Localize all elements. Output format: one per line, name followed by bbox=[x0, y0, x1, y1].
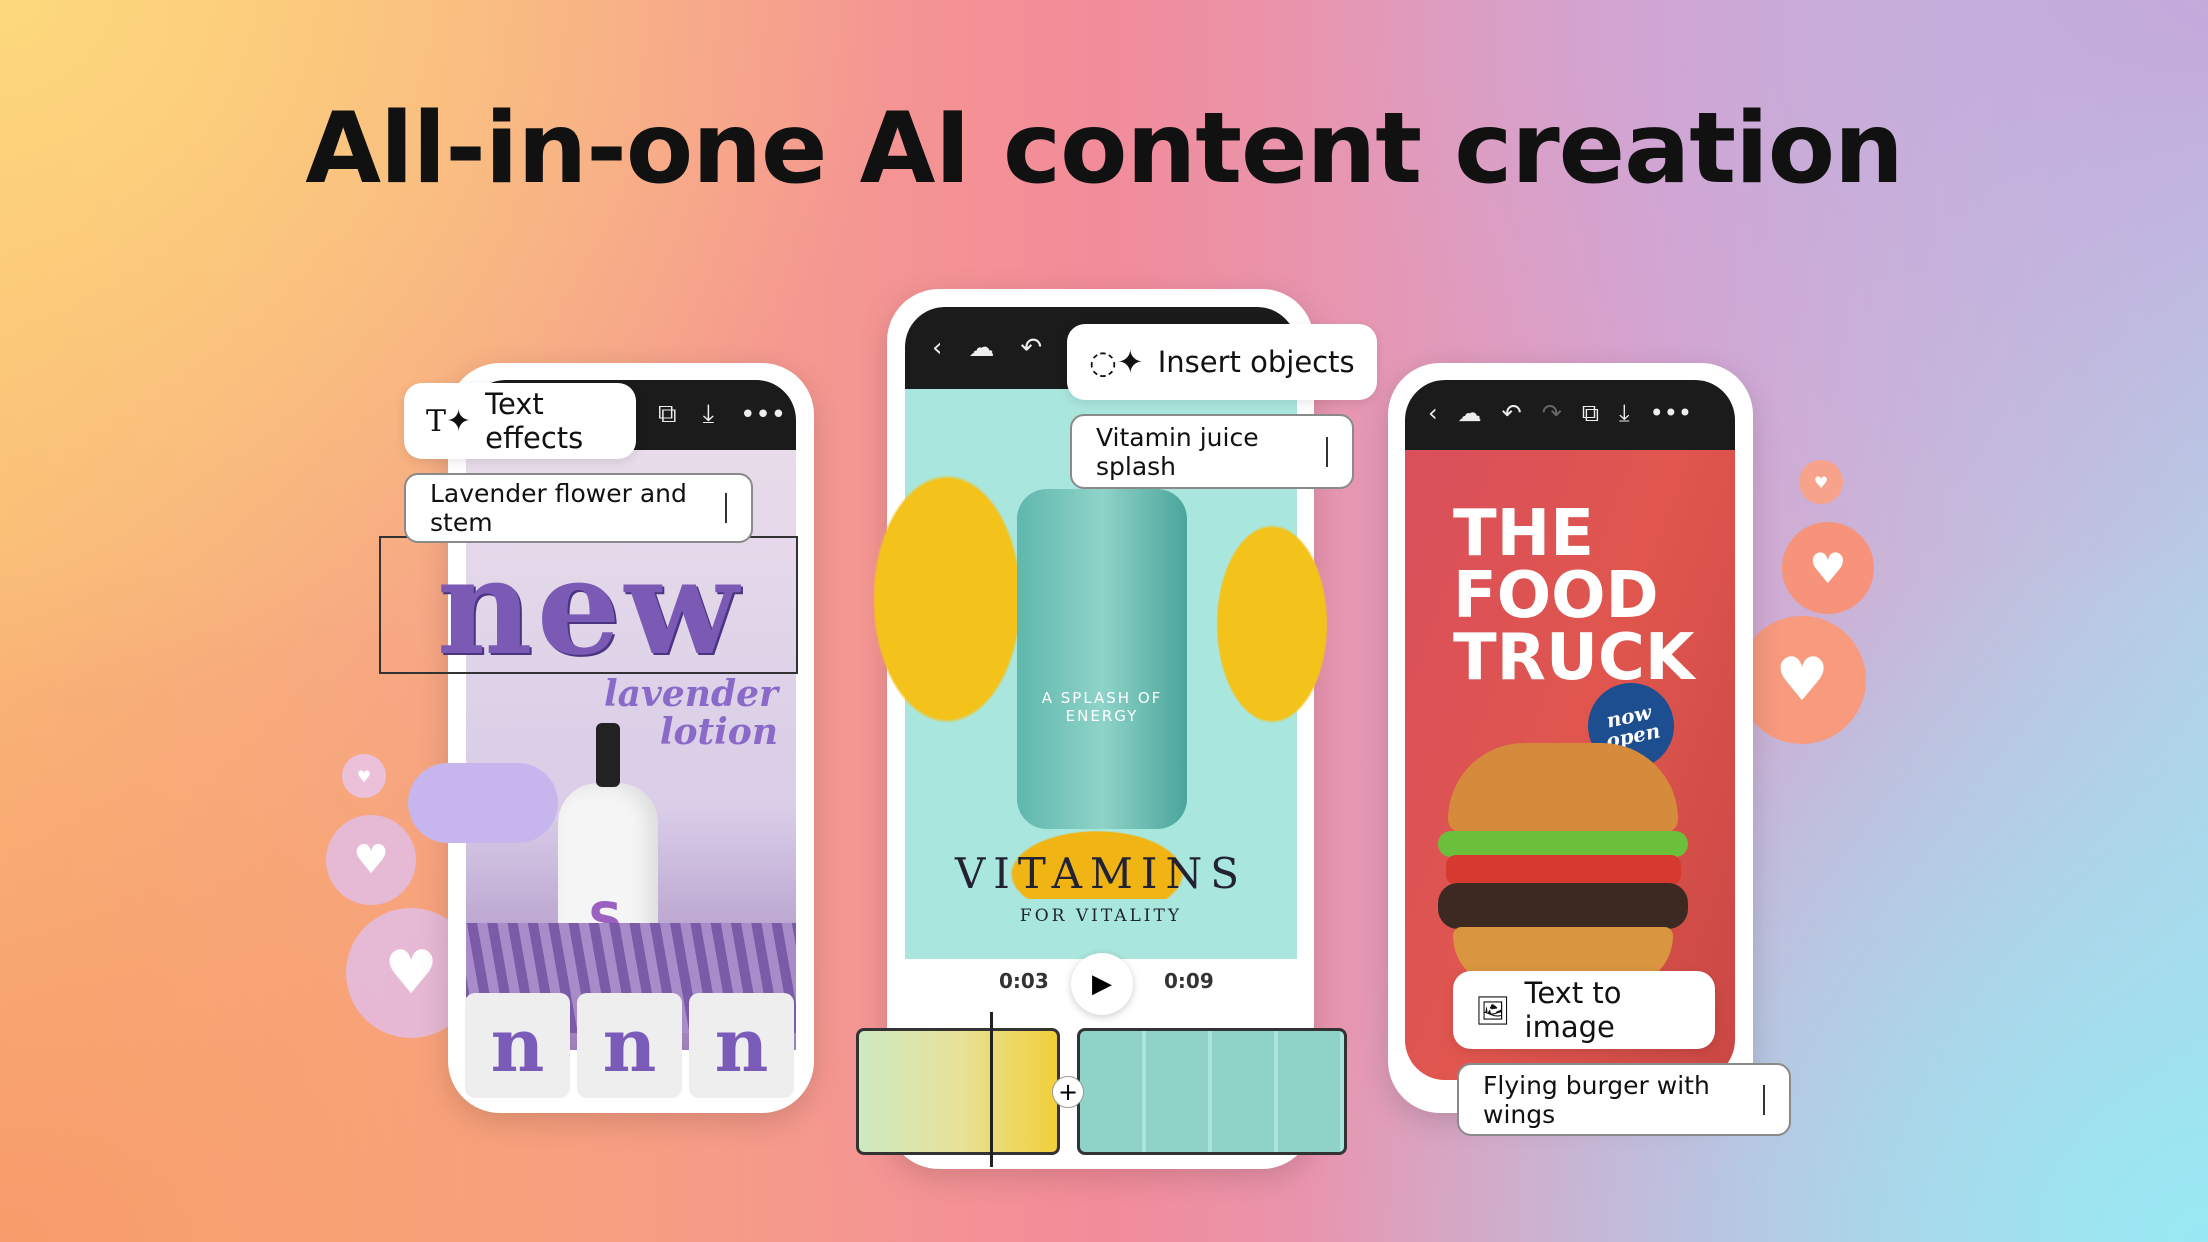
text-effects-icon: T✦ bbox=[426, 403, 472, 439]
prompt-text: Flying burger with wings bbox=[1483, 1070, 1710, 1129]
undo-icon[interactable]: ↶ bbox=[1020, 333, 1042, 363]
thumbnail-style[interactable]: n bbox=[689, 993, 794, 1098]
copy-icon[interactable]: ⧉ bbox=[1582, 399, 1599, 427]
back-icon[interactable]: ‹ bbox=[932, 333, 942, 363]
copy-icon[interactable]: ⧉ bbox=[658, 399, 677, 430]
jar-text: A SPLASH OF ENERGY bbox=[1041, 689, 1163, 725]
undo-icon[interactable]: ↶ bbox=[1502, 399, 1522, 427]
heart-bubble: ♥ bbox=[342, 754, 386, 798]
play-button[interactable]: ▶ bbox=[1071, 953, 1133, 1015]
timeline-clip-1[interactable] bbox=[856, 1028, 1060, 1155]
prompt-input[interactable]: Flying burger with wings bbox=[1457, 1063, 1791, 1136]
headline: All-in-one AI content creation bbox=[305, 92, 1904, 206]
heart-bubble: ♥ bbox=[1799, 460, 1843, 504]
insert-objects-icon: ◌✦ bbox=[1089, 343, 1144, 381]
art-word: new bbox=[436, 530, 743, 685]
vitamin-jar: A SPLASH OF ENERGY bbox=[1017, 489, 1187, 829]
heart-bubble: ♥ bbox=[326, 815, 416, 905]
cloud-icon[interactable]: ☁ bbox=[1458, 399, 1482, 427]
insert-objects-button[interactable]: ◌✦ Insert objects bbox=[1067, 324, 1377, 400]
text-to-image-button[interactable]: 🖼 Text to image bbox=[1453, 971, 1715, 1049]
text-effects-button[interactable]: T✦ Text effects bbox=[404, 383, 636, 459]
total-time: 0:09 bbox=[1164, 969, 1214, 993]
cloud-decor bbox=[408, 763, 558, 843]
text-to-image-icon: 🖼 bbox=[1475, 993, 1511, 1027]
add-clip-button[interactable]: + bbox=[1052, 1076, 1084, 1108]
toolbar-icons: ‹ ☁ ↶ bbox=[932, 333, 1042, 363]
thumbnail-style[interactable]: n bbox=[465, 993, 570, 1098]
heart-bubble: ♥ bbox=[1738, 616, 1866, 744]
text-to-image-label: Text to image bbox=[1524, 976, 1622, 1044]
prompt-input[interactable]: Vitamin juice splash bbox=[1070, 414, 1354, 489]
tagline-text: FOR VITALITY bbox=[1019, 906, 1183, 926]
toolbar-icons: ‹ ☁ ↶ ↷ ⧉ ⤓ ••• bbox=[1428, 399, 1692, 427]
prompt-input[interactable]: Lavender flower and stem bbox=[404, 473, 753, 543]
more-icon[interactable]: ••• bbox=[740, 400, 786, 430]
playhead[interactable] bbox=[990, 1012, 993, 1167]
current-time: 0:03 bbox=[999, 969, 1049, 993]
toolbar-icons: ⧉ ⤓ ••• bbox=[658, 399, 786, 430]
thumbnail-style[interactable]: n bbox=[577, 993, 682, 1098]
prompt-text: Lavender flower and stem bbox=[430, 479, 687, 537]
redo-icon[interactable]: ↷ bbox=[1542, 399, 1562, 427]
download-icon[interactable]: ⤓ bbox=[703, 399, 715, 430]
cloud-icon[interactable]: ☁ bbox=[968, 333, 994, 363]
text-effects-label: Text effects bbox=[485, 387, 584, 455]
insert-objects-label: Insert objects bbox=[1157, 345, 1355, 379]
timeline-clip-2[interactable] bbox=[1077, 1028, 1347, 1155]
more-icon[interactable]: ••• bbox=[1650, 399, 1692, 427]
prompt-text: Vitamin juice splash bbox=[1096, 422, 1259, 481]
heart-bubble: ♥ bbox=[1782, 522, 1874, 614]
poster-title: THE FOOD TRUCK bbox=[1453, 497, 1695, 695]
back-icon[interactable]: ‹ bbox=[1428, 399, 1438, 427]
download-icon[interactable]: ⤓ bbox=[1619, 399, 1630, 427]
brand-text: VITAMINS bbox=[954, 849, 1248, 898]
